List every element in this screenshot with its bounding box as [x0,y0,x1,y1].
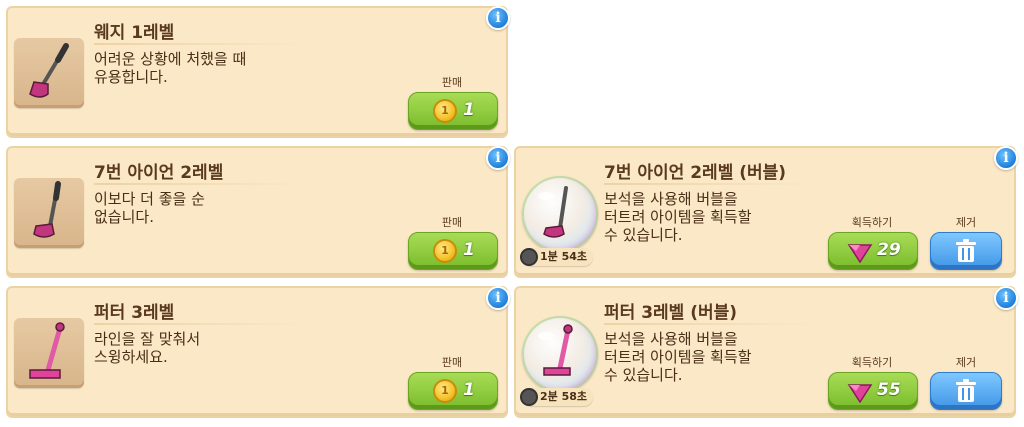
sell-price: 1 [463,380,475,400]
item-description: 라인을 잘 맞춰서 스윙하세요. [94,330,200,366]
info-icon[interactable]: i [486,286,510,310]
sell-button[interactable]: 1 1 [408,92,498,130]
acquire-label: 획득하기 [851,356,893,369]
iron-club-icon [14,178,84,248]
acquire-price: 55 [877,380,901,400]
sell-button[interactable]: 1 1 [408,232,498,270]
desc-line: 보석을 사용해 버블을 [604,190,738,208]
remove-button[interactable] [930,372,1002,410]
acquire-button[interactable]: 29 [828,232,918,270]
item-title: 웨지 1레벨 [94,23,175,43]
title-divider [94,323,304,325]
timer-text: 2분 58초 [540,390,588,403]
sell-price: 1 [463,100,475,120]
stopwatch-icon [520,248,538,266]
iron-club-bubble-graphic [538,186,568,238]
trash-icon [956,239,976,262]
item-description: 어려운 상황에 처했을 때 유용합니다. [94,50,246,86]
item-title: 7번 아이언 2레벨 [94,163,224,183]
putter-club-icon [14,318,84,388]
coin-icon: 1 [433,239,457,263]
desc-line: 수 있습니다. [604,226,683,244]
desc-line: 없습니다. [94,208,154,226]
remove-button[interactable] [930,232,1002,270]
iron-club-graphic [33,181,61,238]
bubble-description: 보석을 사용해 버블을 터트려 아이템을 획득할 수 있습니다. [604,190,752,244]
iron-club-bubble-icon [522,176,598,252]
bubble-timer: 2분 58초 [520,388,594,406]
bubble-description: 보석을 사용해 버블을 터트려 아이템을 획득할 수 있습니다. [604,330,752,384]
stopwatch-icon [520,388,538,406]
coin-icon: 1 [433,379,457,403]
info-icon[interactable]: i [486,146,510,170]
acquire-price: 29 [877,240,901,260]
desc-line: 터트려 아이템을 획득할 [604,348,752,366]
sell-price: 1 [463,240,475,260]
remove-label: 제거 [955,356,977,369]
bubble-title: 퍼터 3레벨 (버블) [604,303,738,323]
gem-icon [847,384,873,403]
sell-label: 판매 [441,356,463,369]
trash-icon [956,379,976,402]
wedge-club-icon [14,38,84,108]
gem-icon [847,244,873,263]
acquire-label: 획득하기 [851,216,893,229]
title-divider [604,323,814,325]
bubble-title: 7번 아이언 2레벨 (버블) [604,163,787,183]
title-divider [94,183,304,185]
wedge-club-graphic [29,43,69,98]
desc-line: 이보다 더 좋을 순 [94,190,205,208]
desc-line: 유용합니다. [94,68,168,86]
bubble-timer: 1분 54초 [520,248,594,266]
sell-label: 판매 [441,76,463,89]
title-divider [604,183,814,185]
item-description: 이보다 더 좋을 순 없습니다. [94,190,205,226]
desc-line: 어려운 상황에 처했을 때 [94,50,247,68]
desc-line: 터트려 아이템을 획득할 [604,208,752,226]
sell-label: 판매 [441,216,463,229]
title-divider [94,43,304,45]
remove-label: 제거 [955,216,977,229]
info-icon[interactable]: i [994,286,1018,310]
putter-club-bubble-graphic [538,324,573,376]
timer-text: 1분 54초 [540,250,588,263]
desc-line: 스윙하세요. [94,348,168,366]
putter-club-bubble-icon [522,316,598,392]
coin-icon: 1 [433,99,457,123]
putter-club-graphic [29,322,65,379]
desc-line: 보석을 사용해 버블을 [604,330,738,348]
info-icon[interactable]: i [486,6,510,30]
desc-line: 라인을 잘 맞춰서 [94,330,201,348]
acquire-button[interactable]: 55 [828,372,918,410]
info-icon[interactable]: i [994,146,1018,170]
desc-line: 수 있습니다. [604,366,683,384]
sell-button[interactable]: 1 1 [408,372,498,410]
item-title: 퍼터 3레벨 [94,303,175,323]
